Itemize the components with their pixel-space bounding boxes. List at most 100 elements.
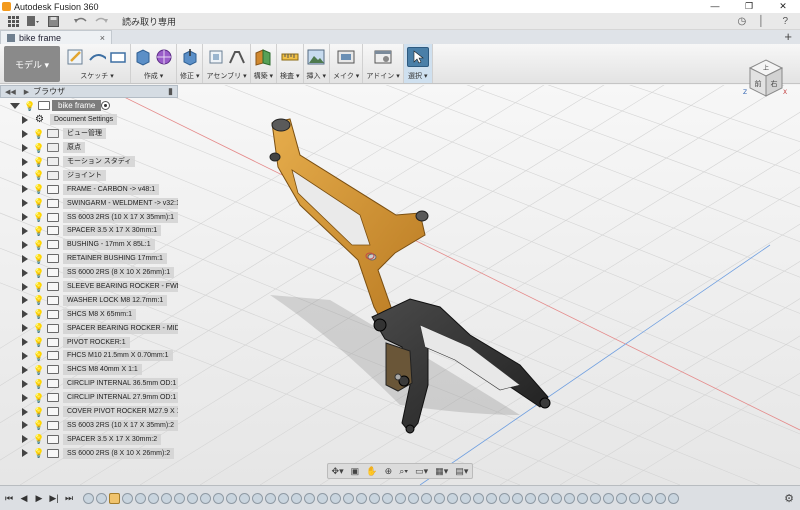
browser-item-label[interactable]: SWINGARM - WELDMENT -> v32:1 (63, 197, 178, 209)
browser-item-row[interactable]: 💡 SPACER BEARING ROCKER - MID II... (0, 321, 182, 335)
expand-arrow-icon[interactable] (22, 296, 28, 305)
browser-item-row[interactable]: 💡 RETAINER BUSHING 17mm:1 (0, 252, 182, 266)
browser-item-label[interactable]: SHCS M8 40mm X 1:1 (63, 364, 142, 376)
browser-expand-icon[interactable]: ▶ (24, 88, 29, 96)
expand-arrow-icon[interactable] (10, 102, 20, 109)
timeline-feature[interactable] (577, 492, 588, 504)
browser-item-label[interactable]: Document Settings (50, 114, 118, 126)
toolbar-group-addins[interactable]: アドイン ▾ (363, 44, 404, 83)
expand-arrow-icon[interactable] (22, 213, 28, 222)
browser-item-row[interactable]: 💡 SS 6000 2RS (8 X 10 X 26mm):1 (0, 266, 182, 280)
visibility-bulb-icon[interactable]: 💡 (33, 337, 44, 347)
expand-arrow-icon[interactable] (22, 379, 28, 388)
expand-arrow-icon[interactable] (22, 393, 28, 402)
toolbar-group-create[interactable]: 作成 ▾ (131, 44, 177, 83)
timeline-end-icon[interactable]: ⏭ (63, 493, 75, 504)
new-component-icon[interactable] (207, 48, 225, 66)
browser-item-row[interactable]: 💡 COVER PIVOT ROCKER M27.9 X 1C... (0, 405, 182, 419)
form-icon[interactable] (155, 48, 173, 66)
pan-icon[interactable]: ✋ (366, 466, 377, 477)
visibility-bulb-icon[interactable]: 💡 (33, 420, 44, 430)
toolbar-group-make[interactable]: メイク ▾ (330, 44, 364, 83)
timeline-feature[interactable] (408, 492, 419, 504)
browser-item-label[interactable]: PIVOT ROCKER:1 (63, 336, 130, 348)
timeline-feature[interactable] (265, 492, 276, 504)
expand-arrow-icon[interactable] (22, 115, 28, 124)
expand-arrow-icon[interactable] (22, 407, 28, 416)
visibility-bulb-icon[interactable]: 💡 (33, 407, 44, 417)
timeline-feature[interactable] (356, 492, 367, 504)
browser-item-row[interactable]: 💡 ビュー管理 (0, 127, 182, 141)
timeline-feature[interactable] (278, 492, 289, 504)
visibility-bulb-icon[interactable]: 💡 (33, 351, 44, 361)
browser-item-label[interactable]: SPACER 3.5 X 17 X 30mm:1 (63, 225, 162, 237)
visibility-bulb-icon[interactable]: 💡 (33, 268, 44, 278)
measure-icon[interactable] (281, 48, 299, 66)
expand-arrow-icon[interactable] (22, 226, 28, 235)
browser-item-row[interactable]: 💡 BUSHING - 17mm X 85L:1 (0, 238, 182, 252)
timeline-feature[interactable] (395, 492, 406, 504)
notifications-icon[interactable]: │ (758, 16, 764, 27)
undo-icon[interactable] (74, 15, 88, 27)
expand-arrow-icon[interactable] (22, 338, 28, 347)
expand-arrow-icon[interactable] (22, 185, 28, 194)
timeline-feature[interactable] (551, 492, 562, 504)
offset-plane-icon[interactable] (254, 48, 272, 66)
toolbar-group-construct[interactable]: 構築 ▾ (251, 44, 278, 83)
browser-item-row[interactable]: 💡 SLEEVE BEARING ROCKER - FWD:1 (0, 280, 182, 294)
timeline-feature[interactable] (512, 492, 523, 504)
browser-item-label[interactable]: CIRCLIP INTERNAL 36.5mm OD:1 (63, 378, 178, 390)
timeline-feature[interactable] (616, 492, 627, 504)
close-button[interactable]: ✕ (766, 0, 800, 13)
look-at-icon[interactable]: ▣ (351, 466, 360, 477)
toolbar-group-inspect[interactable]: 検査 ▾ (277, 44, 304, 83)
timeline-feature[interactable] (330, 492, 341, 504)
timeline-feature[interactable] (239, 492, 250, 504)
rectangle-icon[interactable] (109, 48, 127, 66)
timeline-feature[interactable] (161, 492, 172, 504)
toolbar-group-select[interactable]: 選択 ▾ (403, 44, 433, 83)
line-icon[interactable] (88, 48, 106, 66)
toolbar-group-modify[interactable]: 修正 ▾ (177, 44, 204, 83)
timeline-feature[interactable] (382, 492, 393, 504)
timeline-feature[interactable] (434, 492, 445, 504)
visibility-bulb-icon[interactable]: 💡 (33, 379, 44, 389)
timeline-feature[interactable] (317, 492, 328, 504)
browser-item-row[interactable]: 💡 SHCS M8 X 65mm:1 (0, 307, 182, 321)
browser-item-label[interactable]: FHCS M10 21.5mm X 0.70mm:1 (63, 350, 173, 362)
visibility-bulb-icon[interactable]: 💡 (33, 170, 44, 180)
visibility-bulb-icon[interactable]: 💡 (33, 129, 44, 139)
timeline-feature[interactable] (486, 492, 497, 504)
toolbar-group-assemble[interactable]: アセンブリ ▾ (203, 44, 251, 83)
timeline-prev-icon[interactable]: ◀ (18, 493, 30, 504)
press-pull-icon[interactable] (181, 48, 199, 66)
visibility-bulb-icon[interactable]: 💡 (24, 101, 35, 111)
zoom-icon[interactable]: ⊕ (385, 466, 393, 477)
timeline-feature[interactable] (538, 492, 549, 504)
browser-item-row[interactable]: 💡 原点 (0, 141, 182, 155)
viewports-icon[interactable]: ▤▾ (455, 466, 468, 477)
browser-item-row[interactable]: ⚙ Document Settings (0, 113, 182, 127)
visibility-bulb-icon[interactable]: 💡 (33, 393, 44, 403)
visibility-bulb-icon[interactable]: 💡 (33, 295, 44, 305)
browser-item-label[interactable]: SLEEVE BEARING ROCKER - FWD:1 (63, 281, 178, 293)
browser-item-row[interactable]: 💡 PIVOT ROCKER:1 (0, 335, 182, 349)
activate-radio-icon[interactable] (101, 101, 110, 111)
visibility-bulb-icon[interactable]: 💡 (33, 434, 44, 444)
timeline-feature[interactable] (213, 492, 224, 504)
timeline-feature[interactable] (421, 492, 432, 504)
browser-item-row[interactable]: 💡 FRAME - CARBON -> v48:1 (0, 182, 182, 196)
visibility-bulb-icon[interactable]: 💡 (33, 226, 44, 236)
create-sketch-icon[interactable] (67, 48, 85, 66)
timeline-feature[interactable] (655, 492, 666, 504)
visibility-bulb-icon[interactable]: 💡 (33, 448, 44, 458)
workspace-switcher[interactable]: モデル ▾ (4, 46, 60, 82)
orbit-icon[interactable]: ✥▾ (332, 466, 344, 477)
timeline-feature[interactable] (668, 492, 679, 504)
browser-item-row[interactable]: 💡 SS 6003 2RS (10 X 17 X 35mm):1 (0, 210, 182, 224)
expand-arrow-icon[interactable] (22, 421, 28, 430)
visibility-bulb-icon[interactable]: 💡 (33, 212, 44, 222)
view-cube[interactable]: 上 前 右 Z X (742, 54, 788, 102)
grid-menu-icon[interactable] (6, 15, 20, 27)
timeline-feature[interactable] (252, 492, 263, 504)
